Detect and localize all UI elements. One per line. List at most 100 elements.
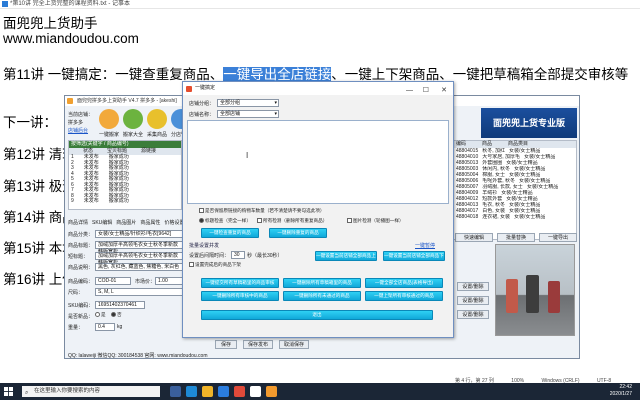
log-textarea[interactable]: I [187,120,449,204]
table-cell: 连衣裙, 女装 [482,214,511,220]
save-button[interactable]: 保存 [215,340,237,349]
tab-detail[interactable]: 商品详情 [68,219,88,226]
person-figure [548,281,560,313]
app-footer-text: QQ: lalaweiji 微信QQ: 300184538 官网: www.mi… [68,353,208,359]
taskbar-search[interactable]: ⌕ 在这里输入你要搜索的内容 [22,386,160,397]
filter-bar[interactable]: 按筛选(关键字 / 商品编号) [69,141,181,148]
price-field[interactable]: 1.00 [155,277,183,285]
weight-field[interactable]: 0.4 [95,323,115,331]
minimize-icon[interactable]: — [406,84,413,97]
search-icon: ⌕ [25,390,29,396]
person-figure [526,275,539,313]
doc-line-3c: 、一键上下架商品、一键把草稿箱全部提交审核等 [331,67,629,82]
taskbar: ⌕ 在这里输入你要搜索的内容 22:42 2020/1/27 [0,383,640,400]
move-store-icon[interactable] [99,109,119,129]
toolbar-label-1[interactable]: 一键搬家 [99,131,119,138]
notepad-title: *第10讲 完全上货完整的课程资料.txt - 记事本 [10,1,131,7]
interval-label: 设置后间隔时间： [189,253,230,259]
set-delete-button-1[interactable]: 设置/删除 [457,282,489,291]
grid-button[interactable]: 一键上架所有审核通过的商品 [365,291,443,301]
group-select[interactable]: 全部分组 ▾ [217,99,279,107]
all-check-checkbox[interactable]: 所有检测（删除所有重复商品） [257,218,327,224]
explorer-icon[interactable] [202,386,213,397]
batch-replace-button[interactable]: 批量替换 [497,233,535,242]
right-goods-table: 编码 商品 商品类目 48804015 秋冬, 加红 女装/女士精品 48804010… [453,140,577,240]
desc-field[interactable]: 黑色, 灰红色, 藏蓝色, 焦糖色, 米白色 [95,263,183,271]
store-admin-link[interactable]: 店铺后台 [68,127,88,134]
clock-time: 22:42 [619,384,632,390]
edge-icon[interactable] [186,386,197,397]
section-label: 批量设置并发 [189,243,220,249]
shelf-up-button[interactable]: 一键设置当前店铺全部商品上架 [315,251,377,261]
short-title-label: 短标题： [68,254,89,260]
app-icon[interactable] [234,386,245,397]
auto-down-checkbox[interactable]: 设置完成后的商品下架 [189,262,241,268]
right-table-header: 编码 商品 商品类目 [454,141,576,148]
title-check-radio[interactable]: 标题检查（完全一样） [199,218,251,224]
doc-selection[interactable]: 一键导出全店链接 [223,67,332,82]
dialog-title: 一键搞定 [195,85,216,91]
chevron-down-icon: ▾ [274,100,277,106]
uploader-task-icon[interactable] [266,386,277,397]
table-row[interactable]: 48804018 连衣裙, 女装 女装/女士精品 [454,214,576,220]
tab-attributes[interactable]: 商品属性 [140,219,160,226]
text-cursor-icon: I [246,151,249,160]
save-publish-button[interactable]: 保存发布 [243,340,273,349]
store-select[interactable]: 全部店铺 ▾ [217,110,279,118]
new-no-radio[interactable]: 否 [111,312,122,318]
keep-cart-checkbox[interactable]: 是否保留原链接的购物车数量（若不清楚请不要勾选此项） [199,208,324,214]
grid-button[interactable]: 一键删除所有未通过的商品 [283,291,361,301]
check-duplicates-button[interactable]: 一键检查重复的商品 [201,228,259,238]
weight-label: 重量： [68,325,84,331]
category-field[interactable]: 女装/女士精品/针织衫/毛衣[9642] [95,230,183,238]
doc-line-3a: 第11讲 一键搞定：一键查重复商品、 [3,67,224,82]
image-check-checkbox[interactable]: 图片检测（轮播图一样） [347,218,404,224]
col-code: 编码 [456,141,467,147]
size-field[interactable]: S, M, L [95,288,183,296]
table-cell: 女装/女士精品 [514,214,546,220]
quick-edit-button[interactable]: 快速编辑 [455,233,493,242]
grid-button[interactable]: 一键删除所有审核中的商品 [201,291,279,301]
grid-button[interactable]: 一键全部全店商品(表格导出) [365,278,443,288]
weight-unit: kg [117,324,123,330]
dialog-titlebar: 一键搞定 — ☐ ✕ [183,82,453,95]
cancel-save-button[interactable]: 取消保存 [279,340,309,349]
table-row[interactable]: 9 未发布 搬家成功 [69,198,181,205]
col-source: 源链接 [141,148,157,154]
interval-input[interactable]: 30 [231,251,245,259]
delete-duplicates-button[interactable]: 一键删除重复的商品 [269,228,327,238]
store-icon[interactable] [218,386,229,397]
task-view-icon[interactable] [170,386,181,397]
close-icon[interactable]: ✕ [441,84,447,97]
shelf-down-button[interactable]: 一键设置当前店铺全部商品下架 [383,251,445,261]
move-all-icon[interactable] [123,109,143,129]
short-title-field[interactable]: 加绒加厚半高领毛衣女士秋冬季新款韩版宽松 [95,252,183,266]
shop-label: 当前店铺： [68,112,94,118]
tab-images[interactable]: 商品图片 [116,219,136,226]
doc-line-2: www.miandoudou.com [3,31,139,46]
export-button[interactable]: 一键导出 [539,233,577,242]
code-field[interactable]: COD-01 [95,277,131,285]
right-rows: 48804015 秋冬, 加红 女装/女士精品 48804010 大号家居, 加厚毛 女装… [454,148,576,220]
toolbar-label-2[interactable]: 搬家大全 [123,131,143,138]
toolbar-label-3[interactable]: 采集商品 [147,131,167,138]
grid-button[interactable]: 一键提交所有草稿箱里的商品审核 [201,278,279,288]
set-delete-button-2[interactable]: 设置/删除 [457,296,489,305]
windows-start-icon[interactable] [4,387,13,396]
set-delete-button-3[interactable]: 设置/删除 [457,310,489,319]
notepad-task-icon[interactable] [250,386,261,397]
exit-button[interactable]: 退出 [201,310,433,320]
new-yes-radio[interactable]: 是 [95,312,106,318]
col-category: 商品类目 [508,141,529,147]
pause-link[interactable]: 一键暂停 [415,242,435,249]
collect-goods-icon[interactable] [147,109,167,129]
grid-button[interactable]: 一键删除所有草稿箱里的商品 [283,278,361,288]
doc-line-1: 面兜兜上货助手 [3,16,98,31]
group-label: 店铺分组： [189,101,215,107]
maximize-icon[interactable]: ☐ [423,84,429,97]
sku-field[interactable]: 16951402370461 [95,301,145,309]
title-field[interactable]: 加绒加厚半高领毛衣女士秋冬季新款韩版宽松 [95,241,183,255]
sku-label: SKU编码： [68,303,94,309]
tab-sku[interactable]: SKU编辑 [92,219,112,226]
taskbar-clock[interactable]: 22:42 2020/1/27 [610,384,632,398]
